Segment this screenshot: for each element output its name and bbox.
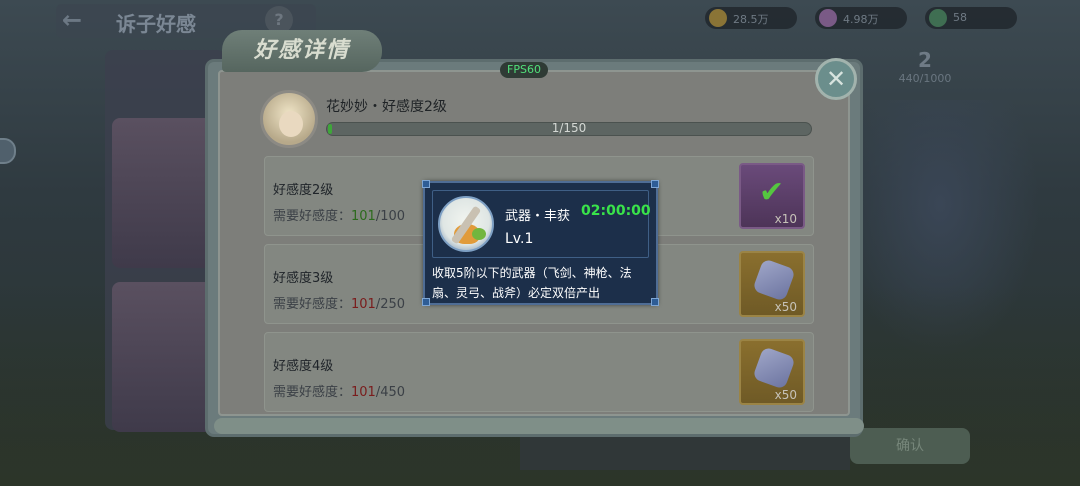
weapon-harvest-icon	[438, 196, 494, 252]
level-requirement: 需要好感度：101/450	[273, 381, 405, 400]
level-title: 好感度2级	[273, 183, 334, 198]
gem-icon	[819, 9, 837, 27]
reward-count: x10	[774, 212, 797, 226]
skill-name: 武器・丰获	[505, 209, 571, 224]
skill-tooltip: 武器・丰获 02:00:00 Lv.1 收取5阶以下的武器（飞剑、神枪、法扇、灵…	[422, 180, 659, 306]
hero-avatar	[260, 90, 318, 148]
reward-item[interactable]: x50	[739, 251, 805, 317]
panel-title: 好感详情	[222, 30, 382, 72]
affection-badge: 2 440/1000	[880, 48, 970, 92]
reward-item[interactable]: ✔ x10	[739, 163, 805, 229]
gold-resource[interactable]: 28.5万	[705, 7, 797, 29]
tooltip-corner	[422, 180, 430, 188]
gold-value: 28.5万	[733, 13, 769, 26]
affection-progress-text: 1/150	[551, 121, 587, 135]
character-card[interactable]	[112, 282, 220, 432]
crystal-icon	[752, 258, 796, 302]
gem-value: 4.98万	[843, 13, 879, 26]
check-icon: ✔	[759, 175, 785, 210]
reward-count: x50	[774, 300, 797, 314]
requirement-label: 需要好感度：	[273, 297, 352, 312]
skill-timer: 02:00:00	[581, 203, 651, 219]
skill-description: 收取5阶以下的武器（飞剑、神枪、法扇、灵弓、战斧）必定双倍产出	[432, 266, 632, 300]
crystal-icon	[752, 346, 796, 390]
fps-counter: FPS60	[500, 62, 548, 78]
requirement-target: /450	[375, 385, 406, 400]
panel-bottom-decoration	[214, 418, 864, 434]
requirement-target: /100	[375, 209, 406, 224]
level-requirement: 需要好感度：101/100	[273, 205, 405, 224]
badge-progress: 440/1000	[898, 72, 952, 85]
requirement-current: 101	[351, 209, 376, 224]
hero-face	[279, 111, 303, 137]
requirement-label: 需要好感度：	[273, 209, 352, 224]
reward-count: x50	[774, 388, 797, 402]
affection-progress-bar: 1/150	[326, 121, 812, 136]
confirm-button[interactable]: 确认	[850, 428, 970, 464]
requirement-current: 101	[351, 385, 376, 400]
level-title: 好感度3级	[273, 271, 334, 286]
level-title: 好感度4级	[273, 359, 334, 374]
requirement-label: 需要好感度：	[273, 385, 352, 400]
close-icon[interactable]: ✕	[815, 58, 857, 100]
requirement-current: 101	[351, 297, 376, 312]
badge-number: 2	[918, 48, 932, 72]
skill-level: Lv.1	[505, 231, 534, 247]
jade-resource[interactable]: 58	[925, 7, 1017, 29]
level-row-4: 好感度4级 需要好感度：101/450 x50	[264, 332, 814, 412]
requirement-target: /250	[375, 297, 406, 312]
character-card[interactable]	[112, 118, 220, 268]
tooltip-corner	[422, 298, 430, 306]
gold-coin-icon	[709, 9, 727, 27]
back-arrow-icon[interactable]: ←	[62, 6, 92, 34]
tooltip-corner	[651, 180, 659, 188]
reward-item[interactable]: x50	[739, 339, 805, 405]
jade-value: 58	[953, 11, 967, 24]
tooltip-header: 武器・丰获 02:00:00 Lv.1	[432, 190, 651, 258]
level-requirement: 需要好感度：101/250	[273, 293, 405, 312]
hero-name: 花妙妙・好感度2级	[326, 99, 447, 115]
gem-resource[interactable]: 4.98万	[815, 7, 907, 29]
jade-icon	[929, 9, 947, 27]
